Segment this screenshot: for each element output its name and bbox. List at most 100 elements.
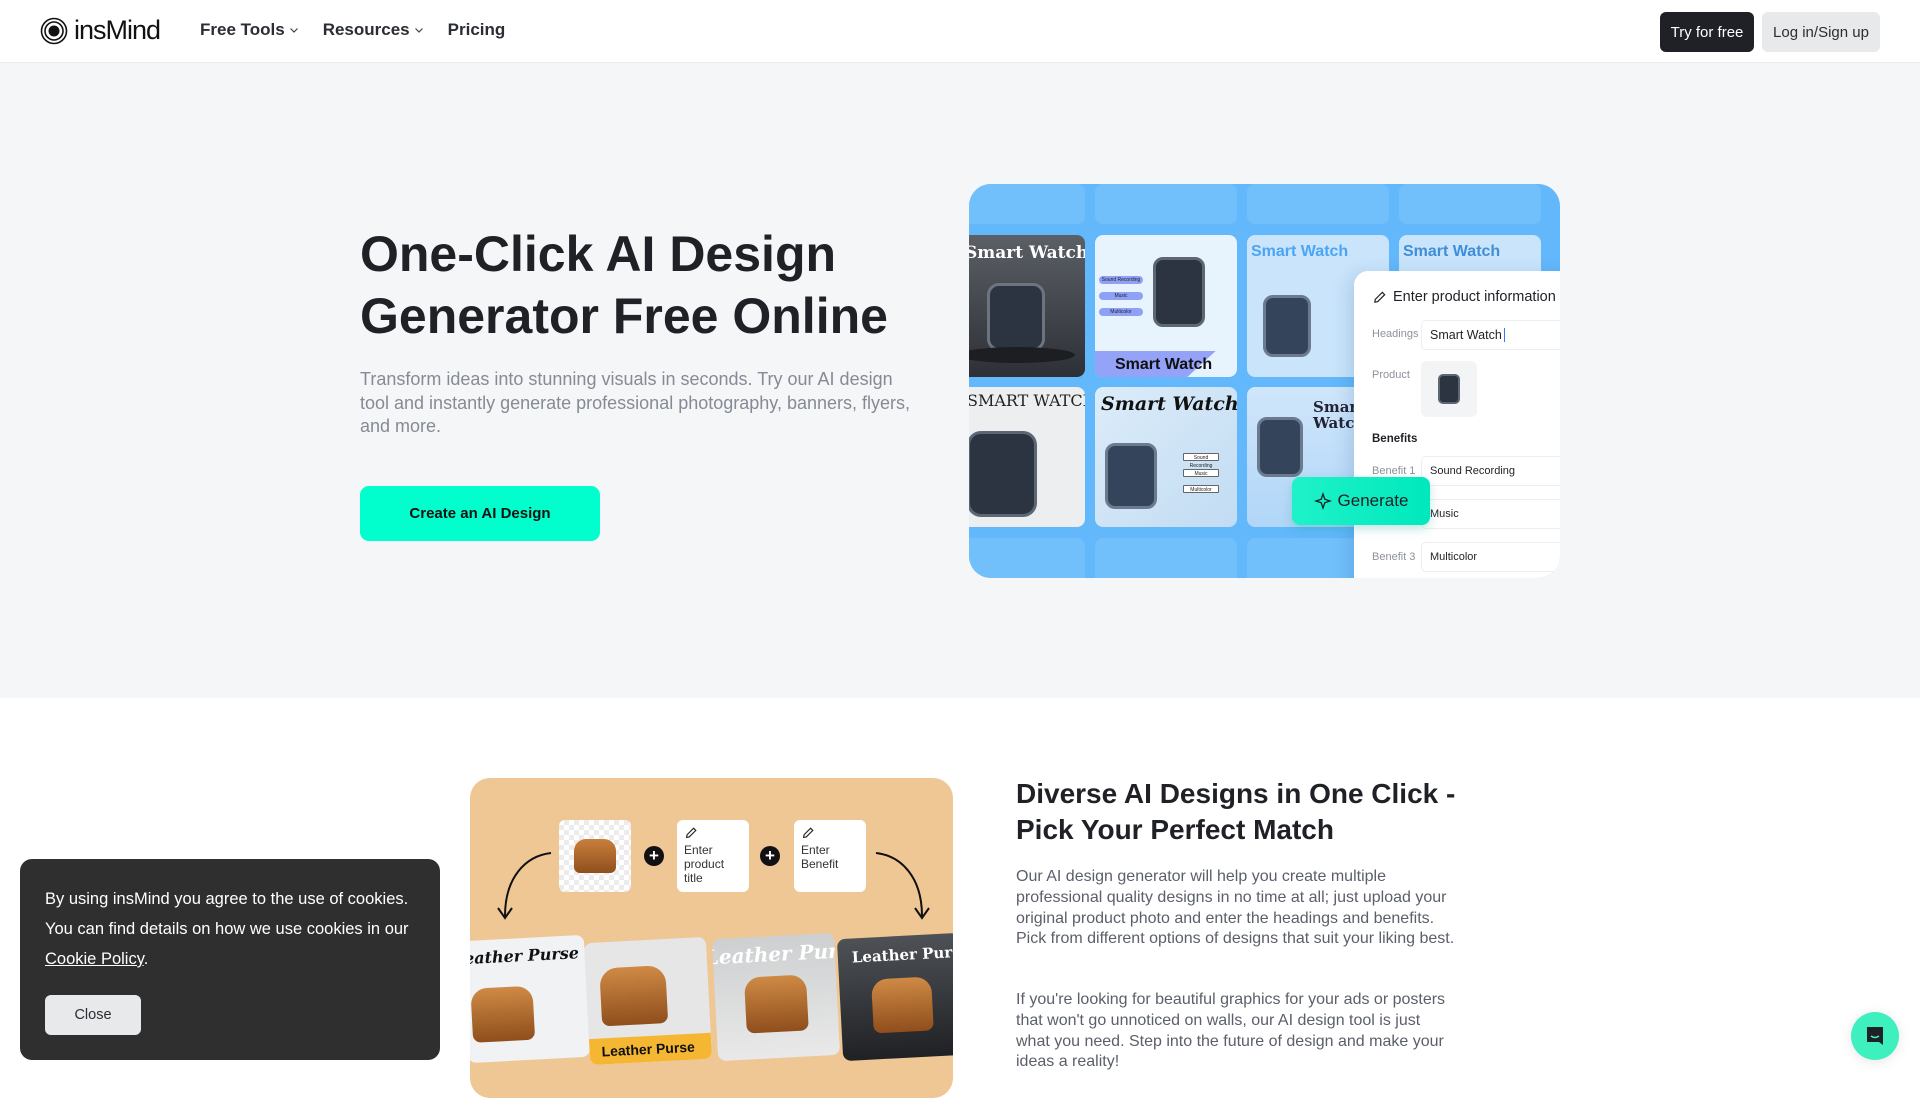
design-tile: Leather Purse [711,932,841,1062]
headings-label: Headings [1372,328,1419,340]
benefit-pill: Music [1183,469,1219,477]
product-info-panel: Enter product information Headings Smart… [1354,271,1560,578]
placeholder-tile [1247,184,1389,224]
product-photo-card [559,820,631,892]
purse-image [574,839,616,873]
design-tile: Leather Purse [836,932,953,1062]
hero-subtitle: Transform ideas into stunning visuals in… [360,369,911,436]
placeholder-tile [969,184,1085,224]
placeholder-tile [969,538,1085,578]
chevron-down-icon [289,28,298,33]
tile-title: SMART WATCH [969,391,1085,410]
benefit-pill: Music [1099,292,1143,300]
benefit-1-label: Benefit 1 [1372,465,1416,477]
design-tile: Leather Purse [583,936,713,1066]
placeholder-tile [1095,184,1237,224]
create-ai-design-button[interactable]: Create an AI Design [360,486,600,541]
title-input-text: Enter product title [684,843,725,885]
site-header: insMind Free Tools Resources Pricing Try… [0,0,1920,63]
placeholder-tile [1095,538,1237,578]
title-input-card: Enter product title [677,820,749,892]
nav-pricing-label: Pricing [447,20,506,39]
section2-illustration: + Enter product title + Enter Benefit Le… [470,778,953,1098]
benefit-3-label: Benefit 3 [1372,551,1416,563]
pencil-icon [802,827,814,839]
pedestal [969,347,1075,363]
purse-image [871,976,934,1034]
plus-icon: + [644,846,664,866]
benefit-2-input[interactable]: Music [1421,499,1560,529]
watch-image [1153,257,1205,327]
cookie-close-button[interactable]: Close [45,995,141,1035]
headings-input[interactable]: Smart Watch [1421,320,1560,350]
generate-label: Generate [1337,491,1409,510]
tile-title: Leather Purse [851,942,953,967]
panel-heading-text: Enter product information [1393,289,1556,305]
tile-title: Leather Purse [470,943,580,969]
chevron-down-icon [414,28,423,33]
try-for-free-button[interactable]: Try for free [1660,12,1754,52]
login-signup-button[interactable]: Log in/Sign up [1762,12,1880,52]
product-label: Product [1372,369,1410,381]
tile-title: Smart Watch [969,243,1085,263]
tile-title: Smart Watch [1403,243,1501,260]
nav-free-tools[interactable]: Free Tools [200,20,299,40]
design-tile: Leather Purse [470,934,591,1064]
watch-image [1257,417,1303,477]
benefit-1-input[interactable]: Sound Recording [1421,456,1560,486]
insmind-logo-icon [40,17,68,44]
purse-image [743,974,809,1034]
chat-launcher-button[interactable] [1851,1012,1899,1060]
plus-icon: + [760,846,780,866]
chat-icon [1867,1027,1883,1045]
nav-pricing[interactable]: Pricing [448,20,506,40]
pencil-icon [685,827,697,839]
watch-image [987,283,1045,351]
section2-heading: Diverse AI Designs in One Click - Pick Y… [1016,778,1456,845]
watch-image [969,431,1037,517]
placeholder-tile [1399,184,1541,224]
product-thumbnail[interactable] [1421,361,1477,417]
design-tile: Smart Watch [969,235,1085,377]
main-nav: Free Tools Resources Pricing [200,20,505,40]
tile-title: Smart Watch [1115,356,1213,373]
benefit-3-input[interactable]: Multicolor [1421,542,1560,572]
tile-title: Smart Watch [1101,393,1237,415]
pencil-icon [1374,290,1386,303]
panel-heading: Enter product information [1372,289,1556,305]
benefits-label: Benefits [1372,433,1418,445]
design-tile: Sound Recording Music Multicolor Smart W… [1095,235,1237,377]
cookie-text: By using insMind you agree to the use of… [45,884,425,974]
cookie-message: By using insMind you agree to the use of… [45,890,409,938]
cookie-policy-link[interactable]: Cookie Policy [45,950,144,968]
headings-value: Smart Watch [1430,328,1502,342]
cookie-banner: By using insMind you agree to the use of… [20,859,440,1060]
benefit-pill: Multicolor [1183,485,1219,493]
text-caret [1503,328,1506,342]
benefit-input-text: Enter Benefit [801,843,839,871]
logo[interactable]: insMind [40,15,161,46]
watch-image [1105,443,1157,509]
cookie-suffix: . [143,950,149,968]
generate-button[interactable]: Generate [1292,477,1430,525]
watch-image [1438,374,1460,404]
sparkle-icon [1313,492,1332,510]
benefit-pill: Multicolor [1099,308,1143,316]
design-tile: Smart Watch Sound Recording Music Multic… [1095,387,1237,527]
benefit-input-card: Enter Benefit [794,820,866,892]
purse-image [599,965,669,1027]
hero-section: One-Click AI Design Generator Free Onlin… [0,63,1920,698]
design-tile: SMART WATCH [969,387,1085,527]
purse-image [470,985,536,1043]
logo-text: insMind [74,15,161,45]
nav-resources[interactable]: Resources [323,20,424,40]
tile-title: Smart Watch [1251,243,1349,260]
curved-arrow-left-icon [497,852,552,920]
watch-image [1263,295,1311,357]
benefit-pill: Sound Recording [1099,276,1143,284]
benefit-pill: Sound Recording [1183,453,1219,469]
section2-paragraph-1: Our AI design generator will help you cr… [1016,868,1455,948]
nav-free-tools-label: Free Tools [200,20,285,39]
section2-paragraph-2: If you're looking for beautiful graphics… [1016,991,1446,1071]
hero-illustration: Smart Watch Sound Recording Music Multic… [969,184,1560,578]
